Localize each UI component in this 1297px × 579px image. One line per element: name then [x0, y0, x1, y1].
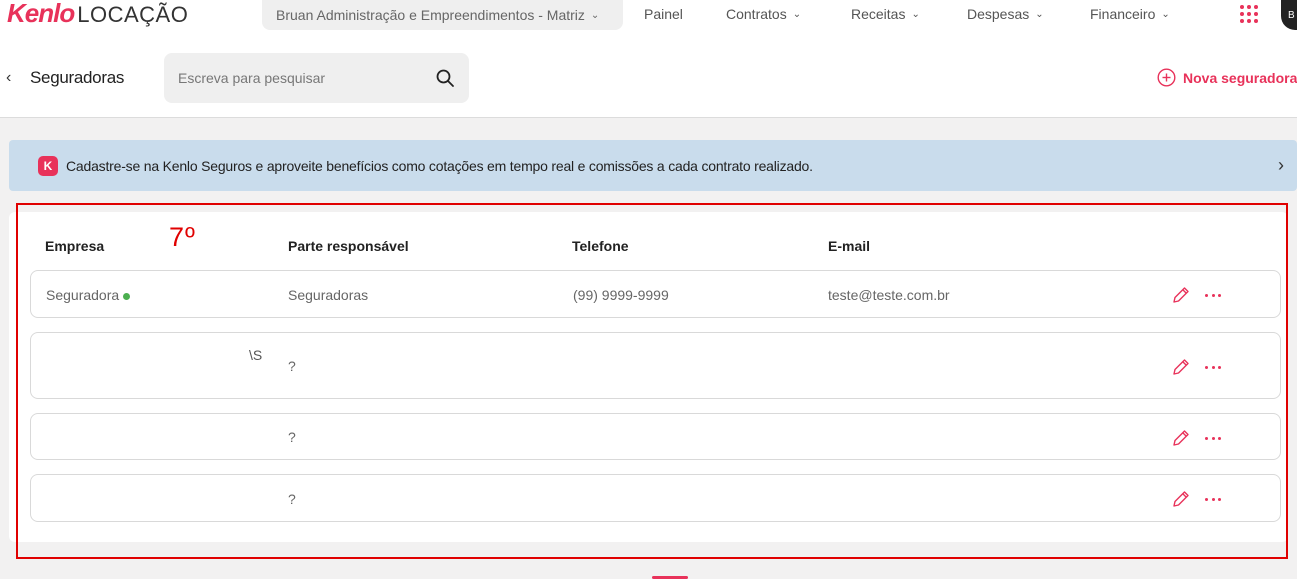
nav-receitas-label: Receitas	[851, 6, 906, 22]
edit-pencil-icon[interactable]	[1171, 428, 1191, 448]
edit-pencil-icon[interactable]	[1171, 357, 1191, 377]
status-active-indicator	[123, 292, 131, 300]
chevron-down-icon: ⌄	[911, 8, 920, 20]
cell-extra: \S	[249, 347, 263, 363]
nav-painel[interactable]: Painel	[644, 0, 683, 28]
page-header: ‹ Seguradoras Nova seguradora	[0, 30, 1297, 118]
cell-telefone: (99) 9999-9999	[573, 287, 669, 303]
nav-painel-label: Painel	[644, 6, 683, 22]
nav-receitas[interactable]: Receitas ⌄	[851, 0, 920, 28]
chevron-down-icon: ⌄	[1161, 8, 1170, 20]
table-row[interactable]: \S ?	[30, 332, 1281, 399]
column-header-telefone: Telefone	[572, 238, 629, 254]
company-selector[interactable]: Bruan Administração e Empreendimentos - …	[262, 0, 623, 30]
nav-despesas[interactable]: Despesas ⌄	[967, 0, 1044, 28]
brand-name: Kenlo	[7, 0, 75, 28]
new-insurer-button[interactable]: Nova seguradora	[1157, 68, 1297, 87]
apps-grid-icon[interactable]	[1240, 5, 1258, 23]
cell-email: teste@teste.com.br	[828, 287, 950, 303]
nav-financeiro[interactable]: Financeiro ⌄	[1090, 0, 1170, 28]
empresa-text: Seguradora	[46, 287, 120, 303]
kenlo-seguros-banner[interactable]: K Cadastre-se na Kenlo Seguros e aprovei…	[9, 140, 1297, 191]
more-options-icon[interactable]	[1205, 437, 1221, 441]
new-insurer-label: Nova seguradora	[1183, 69, 1297, 86]
product-name: LOCAÇÃO	[77, 2, 189, 27]
column-header-parte: Parte responsável	[288, 238, 409, 254]
avatar[interactable]: B	[1281, 0, 1297, 30]
edit-pencil-icon[interactable]	[1171, 285, 1191, 305]
nav-contratos[interactable]: Contratos ⌄	[726, 0, 801, 28]
cell-parte: ?	[288, 358, 296, 374]
cell-parte: ?	[288, 429, 296, 445]
avatar-initial: B	[1288, 9, 1295, 21]
chevron-right-icon[interactable]: ›	[1278, 155, 1284, 176]
chevron-down-icon: ⌄	[590, 9, 600, 21]
app-logo[interactable]: Kenlo LOCAÇÃO	[7, 0, 189, 28]
table-row[interactable]: ?	[30, 413, 1281, 460]
column-header-email: E-mail	[828, 238, 871, 254]
search-box	[164, 53, 469, 103]
banner-text: Cadastre-se na Kenlo Seguros e aproveite…	[66, 157, 813, 174]
nav-financeiro-label: Financeiro	[1090, 6, 1156, 22]
more-options-icon[interactable]	[1205, 294, 1221, 298]
back-chevron-icon[interactable]: ‹	[6, 69, 11, 87]
cell-empresa: Seguradora	[46, 287, 131, 303]
table-row[interactable]: ?	[30, 474, 1281, 522]
chevron-down-icon: ⌄	[1035, 8, 1044, 20]
company-selector-label: Bruan Administração e Empreendimentos - …	[276, 7, 585, 23]
chevron-down-icon: ⌄	[792, 8, 802, 20]
kenlo-k-icon: K	[38, 155, 58, 176]
edit-pencil-icon[interactable]	[1171, 489, 1191, 509]
cell-parte: ?	[288, 491, 296, 507]
annotation-label: 7º	[169, 222, 196, 252]
top-navbar: Kenlo LOCAÇÃO Bruan Administração e Empr…	[0, 0, 1297, 30]
cell-parte: Seguradoras	[288, 287, 369, 303]
column-header-empresa: Empresa	[45, 238, 105, 254]
nav-contratos-label: Contratos	[726, 6, 787, 22]
more-options-icon[interactable]	[1205, 366, 1221, 370]
table-row[interactable]: Seguradora Seguradoras (99) 9999-9999 te…	[30, 270, 1281, 318]
nav-despesas-label: Despesas	[967, 6, 1030, 22]
search-input[interactable]	[178, 68, 418, 88]
more-options-icon[interactable]	[1205, 498, 1221, 502]
search-icon[interactable]	[435, 68, 455, 88]
page-title: Seguradoras	[30, 68, 125, 87]
plus-circle-icon	[1157, 68, 1176, 87]
